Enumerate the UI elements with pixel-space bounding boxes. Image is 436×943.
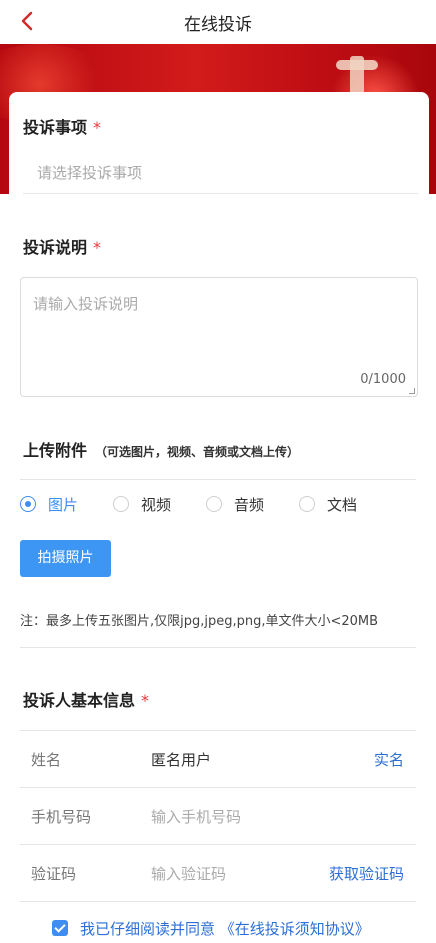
real-name-link[interactable]: 实名: [374, 749, 404, 770]
name-value: 匿名用户: [151, 751, 212, 769]
complaint-desc-title: 投诉说明: [23, 238, 88, 257]
radio-audio-label: 音频: [234, 495, 265, 514]
attachment-type-radio-group: 图片 视频 音频 文档: [20, 492, 420, 516]
phone-label: 手机号码: [31, 808, 92, 826]
agreement-row[interactable]: 我已仔细阅读并同意 《在线投诉须知协议》: [52, 917, 370, 939]
complaint-item-placeholder: 请选择投诉事项: [37, 164, 143, 182]
navigation-bar: 在线投诉: [0, 0, 436, 44]
complaint-desc-heading: 投诉说明 *: [23, 234, 101, 258]
radio-image-label: 图片: [48, 495, 79, 514]
take-photo-button[interactable]: 拍摄照片: [20, 540, 111, 577]
complaint-item-select[interactable]: 请选择投诉事项: [23, 150, 418, 194]
complaint-item-title: 投诉事项: [23, 118, 88, 137]
phone-input[interactable]: 输入手机号码: [151, 806, 241, 827]
required-mark: *: [141, 691, 150, 710]
divider: [20, 479, 416, 480]
agreement-text[interactable]: 我已仔细阅读并同意 《在线投诉须知协议》: [80, 918, 370, 939]
checkbox-checked-icon[interactable]: [52, 920, 68, 936]
resize-handle-icon[interactable]: [409, 388, 415, 394]
get-code-button[interactable]: 获取验证码: [329, 863, 404, 884]
radio-unchecked-icon: [206, 496, 222, 512]
complaint-desc-placeholder: 请输入投诉说明: [33, 295, 139, 313]
radio-document-label: 文档: [327, 495, 358, 514]
radio-video-label: 视频: [141, 495, 172, 514]
required-mark: *: [93, 118, 102, 137]
code-label: 验证码: [31, 865, 77, 883]
attachments-title: 上传附件: [23, 441, 88, 460]
radio-audio[interactable]: 音频: [206, 492, 264, 516]
name-label: 姓名: [31, 751, 62, 769]
phone-row: 手机号码 输入手机号码: [20, 788, 416, 845]
page-title: 在线投诉: [184, 15, 252, 35]
attachments-hint: （可选图片，视频、音频或文档上传）: [95, 445, 300, 459]
upload-note: 注：最多上传五张图片,仅限jpg,jpeg,png,单文件大小<20MB: [20, 614, 379, 629]
radio-checked-icon: [20, 496, 36, 512]
name-row: 姓名 匿名用户 实名: [20, 731, 416, 788]
radio-video[interactable]: 视频: [113, 492, 171, 516]
complaint-desc-textarea[interactable]: 请输入投诉说明 0/1000: [20, 277, 418, 397]
complaint-item-heading: 投诉事项 *: [23, 114, 101, 138]
radio-image[interactable]: 图片: [20, 492, 78, 516]
radio-unchecked-icon: [299, 496, 315, 512]
divider: [20, 647, 416, 648]
attachments-heading: 上传附件 （可选图片，视频、音频或文档上传）: [23, 437, 299, 461]
complainant-heading: 投诉人基本信息 *: [23, 687, 149, 711]
code-row: 验证码 输入验证码 获取验证码: [20, 845, 416, 902]
complainant-title: 投诉人基本信息: [23, 691, 136, 710]
code-input[interactable]: 输入验证码: [151, 863, 226, 884]
radio-unchecked-icon: [113, 496, 129, 512]
radio-document[interactable]: 文档: [299, 492, 357, 516]
char-counter: 0/1000: [360, 372, 406, 387]
required-mark: *: [93, 238, 102, 257]
